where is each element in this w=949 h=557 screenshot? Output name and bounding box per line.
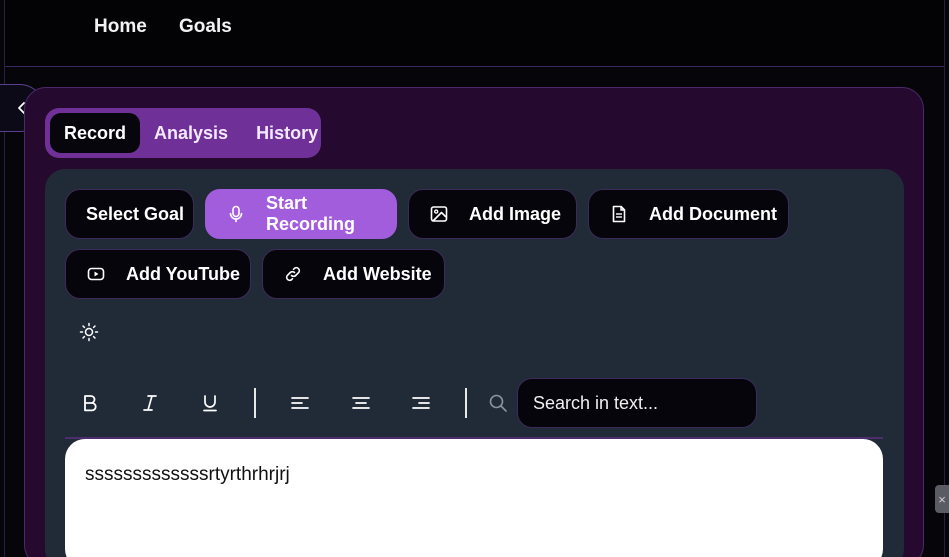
- image-icon: [430, 205, 448, 223]
- tab-analysis[interactable]: Analysis: [140, 113, 242, 153]
- italic-icon: [143, 395, 157, 411]
- search-in-text-input[interactable]: [517, 378, 757, 428]
- bold-button[interactable]: [79, 392, 101, 414]
- start-recording-label: Start Recording: [266, 193, 356, 234]
- toolbar-divider: [254, 388, 256, 418]
- text-editor[interactable]: sssssssssssssrtyrthrhrjrj: [65, 439, 883, 557]
- add-website-label: Add Website: [323, 263, 432, 284]
- search-icon: [489, 394, 507, 412]
- add-document-label: Add Document: [649, 203, 777, 224]
- editor-content: sssssssssssssrtyrthrhrjrj: [85, 464, 290, 485]
- page-right-border: [944, 0, 945, 557]
- top-navigation: Home Goals: [5, 0, 944, 67]
- select-goal-label: Select Goal: [86, 203, 185, 224]
- document-icon: [610, 205, 628, 223]
- nav-goals-link[interactable]: Goals: [179, 16, 232, 38]
- align-right-button[interactable]: [410, 392, 432, 414]
- underline-button[interactable]: [199, 392, 221, 414]
- search-icon-wrap: [487, 392, 509, 414]
- add-document-button[interactable]: Add Document: [588, 189, 789, 239]
- add-youtube-button[interactable]: Add YouTube: [65, 249, 251, 299]
- italic-button[interactable]: [139, 392, 161, 414]
- align-left-button[interactable]: [289, 392, 311, 414]
- align-right-icon: [412, 397, 430, 409]
- nav-home-link[interactable]: Home: [94, 16, 147, 38]
- underline-icon: [203, 395, 217, 412]
- microphone-icon: [227, 205, 245, 223]
- tab-history[interactable]: History: [242, 113, 332, 153]
- select-goal-button[interactable]: Select Goal: [65, 189, 194, 239]
- add-image-label: Add Image: [469, 203, 562, 224]
- align-center-button[interactable]: [350, 392, 372, 414]
- add-youtube-label: Add YouTube: [126, 263, 240, 284]
- add-image-button[interactable]: Add Image: [408, 189, 577, 239]
- start-recording-button[interactable]: Start Recording: [205, 189, 397, 239]
- youtube-icon: [87, 265, 105, 283]
- sun-icon: [79, 322, 99, 342]
- toolbar-divider: [465, 388, 467, 418]
- mode-tabs: Record Analysis History: [45, 108, 321, 158]
- align-center-icon: [352, 397, 370, 409]
- theme-toggle-button[interactable]: [79, 322, 99, 342]
- link-icon: [284, 265, 302, 283]
- tab-record[interactable]: Record: [50, 113, 141, 153]
- add-website-button[interactable]: Add Website: [262, 249, 445, 299]
- close-icon[interactable]: ×: [935, 485, 949, 513]
- align-left-icon: [291, 397, 309, 409]
- bold-icon: [84, 395, 97, 412]
